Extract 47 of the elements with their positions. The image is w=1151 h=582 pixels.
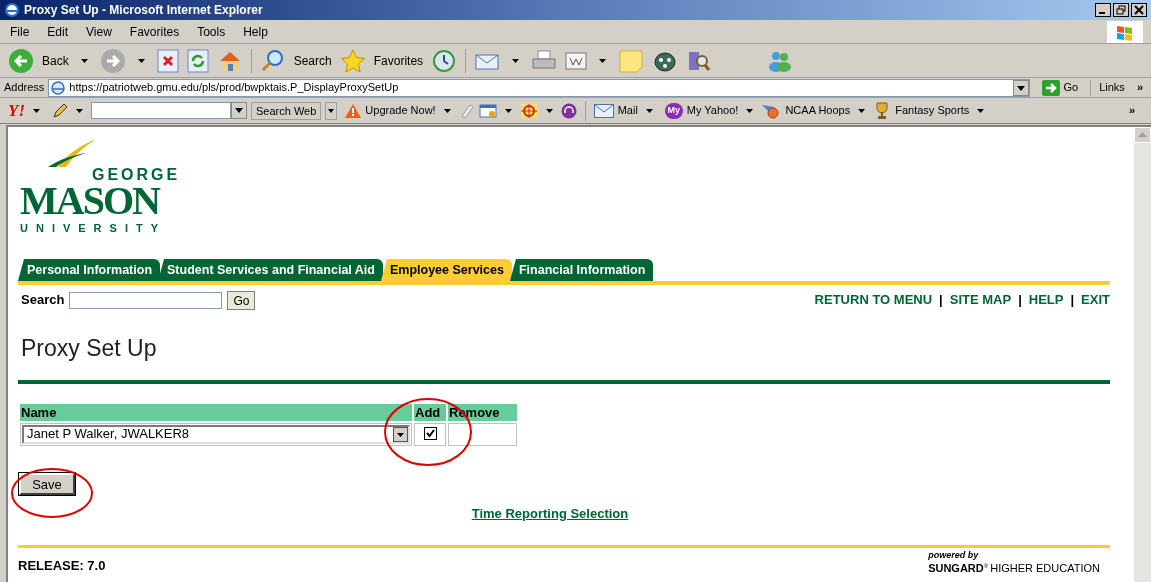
nav-link[interactable]: RETURN TO MENU xyxy=(814,290,933,310)
more-button[interactable]: » xyxy=(1128,79,1147,96)
column-header: Add xyxy=(414,403,446,421)
separator: | xyxy=(1018,291,1022,310)
menu-item[interactable]: File xyxy=(8,22,32,41)
powered-by-label: powered by xyxy=(928,551,980,560)
brand-subtitle: HIGHER EDUCATION xyxy=(990,563,1100,574)
separator: | xyxy=(939,291,943,310)
university-logo: GEORGE MASON UNIVERSITY xyxy=(20,137,200,237)
go-button[interactable]: Go xyxy=(1033,79,1087,96)
address-field[interactable]: https://patriotweb.gmu.edu/pls/prod/bwpktais.P_DisplayProxySetUp xyxy=(48,78,1030,97)
tab[interactable]: Personal Information xyxy=(18,259,161,281)
save-button[interactable]: Save xyxy=(19,472,75,495)
search-web-button[interactable]: Search Web xyxy=(251,101,322,120)
brand-name: SUNGARD xyxy=(928,563,984,574)
address-label: Address xyxy=(4,80,45,96)
ncaa-hoops-link[interactable]: NCAA Hoops xyxy=(785,102,851,119)
links-button[interactable]: Links xyxy=(1095,79,1125,96)
separator: | xyxy=(1070,291,1075,310)
more-button[interactable]: » xyxy=(1128,102,1143,119)
menu-item[interactable]: Edit xyxy=(45,22,71,41)
menu-item[interactable]: View xyxy=(84,22,114,41)
search-label: Search xyxy=(21,291,65,310)
page-heading: Proxy Set Up xyxy=(21,334,158,363)
go-button[interactable]: Go xyxy=(227,290,256,310)
window-title: Proxy Set Up - Microsoft Internet Explorer xyxy=(24,2,264,19)
back-label[interactable]: Back xyxy=(42,51,69,70)
tab[interactable]: Financial Information xyxy=(509,259,654,281)
fantasy-sports-link[interactable]: Fantasy Sports xyxy=(895,102,970,119)
page-link[interactable]: Time Reporting Selection xyxy=(471,503,629,523)
upgrade-link[interactable]: Upgrade Now! xyxy=(365,102,436,119)
favorites-label[interactable]: Favorites xyxy=(373,51,424,70)
my-yahoo-badge: My xyxy=(664,102,683,119)
tab[interactable]: Employee Services xyxy=(380,259,512,281)
mail-link[interactable]: Mail xyxy=(617,102,638,119)
name-select[interactable]: Janet P Walker, JWALKER8 xyxy=(22,424,410,444)
menu-item[interactable]: Favorites xyxy=(127,22,182,41)
my-yahoo-link[interactable]: My Yahoo! xyxy=(686,102,739,119)
menu-item[interactable]: Help xyxy=(241,22,270,41)
tab[interactable]: Student Services and Financial Aid xyxy=(158,259,383,281)
menu-item[interactable]: Tools xyxy=(195,22,228,41)
search-label[interactable]: Search xyxy=(293,51,332,70)
nav-link[interactable]: EXIT xyxy=(1081,290,1110,310)
release-label: RELEASE: 7.0 xyxy=(18,557,106,575)
nav-link[interactable]: SITE MAP xyxy=(949,290,1012,310)
nav-link[interactable]: HELP xyxy=(1028,290,1064,310)
column-header: Name xyxy=(20,403,412,421)
